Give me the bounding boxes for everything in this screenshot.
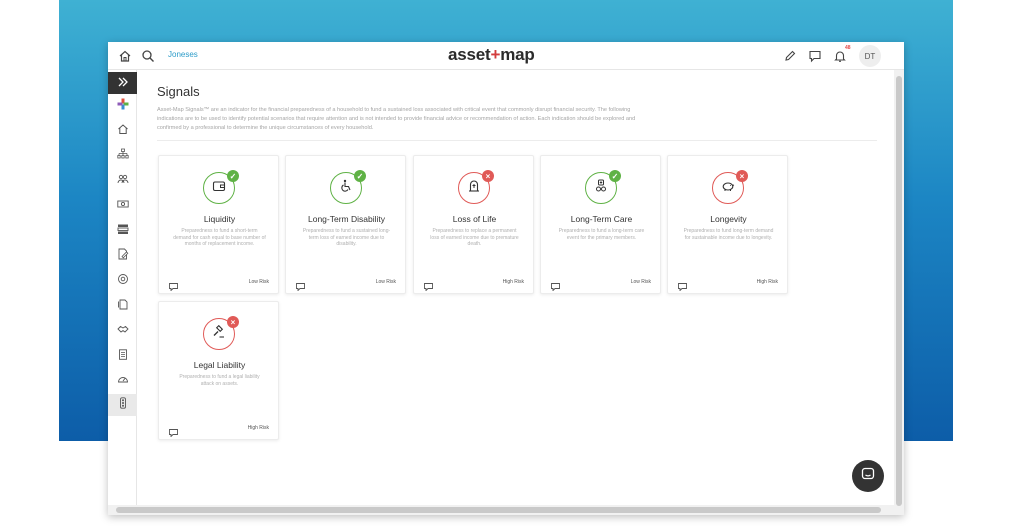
status-ok-icon: ✓: [227, 170, 239, 182]
risk-label: High Risk: [756, 279, 778, 285]
signal-name: Longevity: [710, 214, 747, 224]
sidebar-item-members[interactable]: [108, 170, 137, 192]
sidebar-item-relationships[interactable]: [108, 320, 137, 342]
signal-name: Legal Liability: [193, 360, 246, 370]
signal-description: Preparedness to fund a sustained long-te…: [302, 228, 391, 247]
horizontal-scrollbar[interactable]: [108, 505, 894, 515]
search-icon[interactable]: [140, 48, 156, 64]
wallet-icon: [212, 179, 226, 198]
plus-logo-icon: [117, 97, 129, 115]
app-window: Joneses asset+map 48 DT Signals Asset-Ma…: [108, 42, 904, 515]
sidebar-item-targets[interactable]: [108, 270, 137, 292]
signal-card-long-term-care[interactable]: ✓ Long-Term Care Preparedness to fund a …: [540, 155, 661, 294]
double-chevron-right-icon: [117, 74, 129, 92]
comment-icon[interactable]: [551, 278, 560, 292]
risk-label: High Risk: [502, 279, 524, 285]
risk-label: Low Risk: [375, 279, 396, 285]
signal-name: Long-Term Care: [570, 214, 633, 224]
signal-card-loss-of-life[interactable]: × Loss of Life Preparedness to replace a…: [413, 155, 534, 294]
chat-launcher-button[interactable]: [852, 460, 884, 492]
sidebar-item-balance-sheet[interactable]: [108, 220, 137, 242]
home-icon[interactable]: [117, 48, 133, 64]
sidebar-item-reports[interactable]: [108, 345, 137, 367]
logo-plus: +: [490, 45, 501, 64]
status-ok-icon: ✓: [354, 170, 366, 182]
comment-icon[interactable]: [296, 278, 305, 292]
signal-name: Liquidity: [203, 214, 236, 224]
status-alert-icon: ×: [227, 316, 239, 328]
comment-icon[interactable]: [424, 278, 433, 292]
page-description: Asset-Map Signals™ are an indicator for …: [157, 107, 636, 131]
asset-map-logo[interactable]: asset+map: [448, 45, 535, 65]
household-link[interactable]: Joneses: [168, 50, 198, 59]
sidebar-item-dashboard[interactable]: [108, 370, 137, 392]
comment-icon[interactable]: [678, 278, 687, 292]
vertical-scrollbar[interactable]: [894, 70, 904, 515]
signal-card-legal-liability[interactable]: × Legal Liability Preparedness to fund a…: [158, 301, 279, 440]
comment-icon[interactable]: [169, 278, 178, 292]
status-alert-icon: ×: [482, 170, 494, 182]
layers-icon: [117, 222, 129, 240]
piggy-bank-icon: [721, 179, 735, 198]
user-avatar[interactable]: DT: [859, 45, 881, 67]
chat-bubble-icon: [861, 467, 875, 486]
page-title: Signals: [157, 84, 200, 99]
gavel-icon: [212, 324, 226, 344]
signal-description: Preparedness to fund long-term demand fo…: [683, 228, 774, 241]
sidebar: [108, 70, 137, 515]
page: Joneses asset+map 48 DT Signals Asset-Ma…: [0, 0, 1012, 530]
sidebar-item-cashflow[interactable]: [108, 195, 137, 217]
house-icon: [117, 122, 129, 140]
sidebar-item-policy[interactable]: [108, 245, 137, 267]
status-alert-icon: ×: [736, 170, 748, 182]
pen-icon[interactable]: [782, 48, 798, 64]
signal-name: Loss of Life: [452, 214, 497, 224]
main-content: Signals Asset-Map Signals™ are an indica…: [137, 70, 894, 507]
message-icon[interactable]: [807, 48, 823, 64]
signal-name: Long-Term Disability: [308, 214, 385, 224]
signal-description: Preparedness to fund a legal liability a…: [179, 374, 260, 387]
notification-count: 48: [845, 45, 851, 51]
traffic-light-icon: [117, 396, 129, 414]
tombstone-icon: [467, 179, 481, 198]
scrollbar-thumb[interactable]: [116, 507, 881, 513]
signal-card-liquidity[interactable]: ✓ Liquidity Preparedness to fund a short…: [158, 155, 279, 294]
signal-description: Preparedness to fund a long-term care ev…: [558, 228, 645, 241]
people-icon: [117, 172, 129, 190]
logo-asset: asset: [448, 45, 491, 64]
target-people-icon: [117, 272, 129, 290]
divider: [157, 140, 877, 141]
top-bar: Joneses asset+map 48 DT: [108, 42, 904, 70]
risk-label: High Risk: [247, 425, 269, 431]
expand-sidebar-button[interactable]: [108, 72, 137, 94]
signal-description: Preparedness to fund a short-term demand…: [173, 228, 266, 247]
documents-icon: [117, 297, 129, 315]
signal-description: Preparedness to replace a permanent loss…: [430, 228, 519, 247]
clipboard-icon: [117, 347, 129, 365]
sidebar-item-assetmap[interactable]: [108, 95, 137, 117]
signal-card-long-term-disability[interactable]: ✓ Long-Term Disability Preparedness to f…: [285, 155, 406, 294]
risk-label: Low Risk: [248, 279, 269, 285]
caregiver-icon: [594, 179, 608, 198]
scrollbar-thumb[interactable]: [896, 76, 902, 506]
sidebar-item-files[interactable]: [108, 295, 137, 317]
org-chart-icon: [116, 147, 129, 165]
logo-map: map: [500, 45, 535, 64]
document-edit-icon: [117, 247, 129, 265]
sidebar-item-org-chart[interactable]: [108, 145, 137, 167]
comment-icon[interactable]: [169, 424, 178, 438]
wheelchair-icon: [339, 179, 353, 198]
money-icon: [116, 197, 129, 215]
gauge-icon: [117, 372, 129, 390]
sidebar-item-home[interactable]: [108, 120, 137, 142]
handshake-icon: [116, 322, 129, 340]
sidebar-item-signals[interactable]: [108, 394, 137, 416]
risk-label: Low Risk: [630, 279, 651, 285]
signal-card-longevity[interactable]: × Longevity Preparedness to fund long-te…: [667, 155, 788, 294]
status-ok-icon: ✓: [609, 170, 621, 182]
